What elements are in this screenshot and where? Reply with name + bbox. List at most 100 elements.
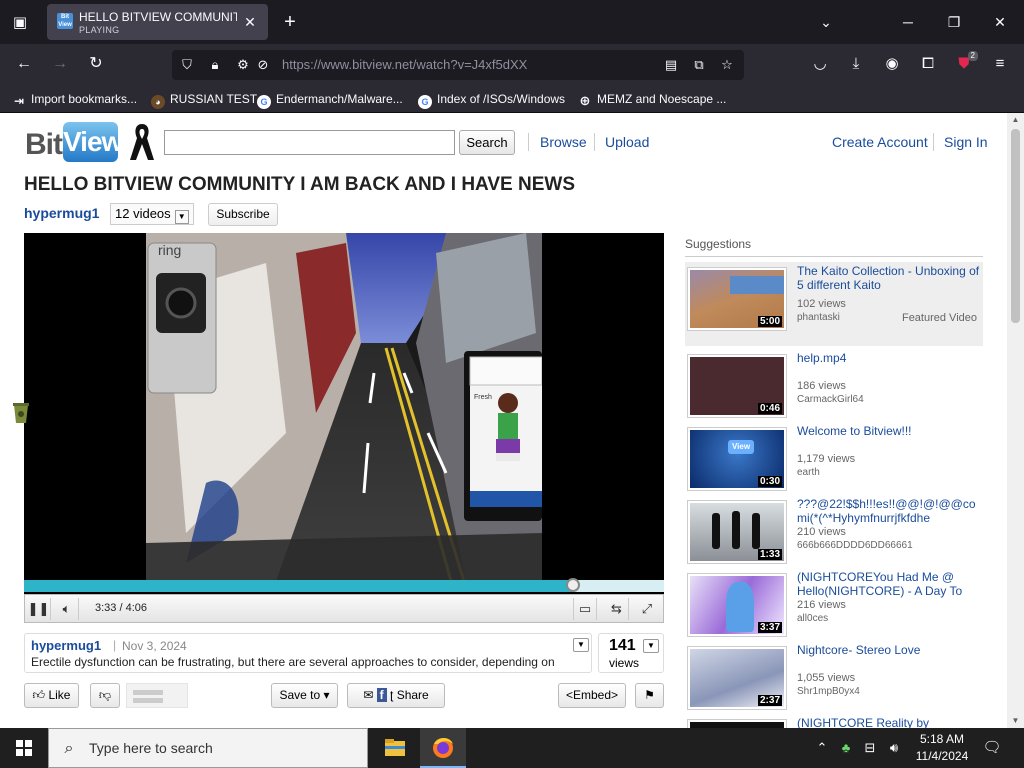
bookmark-isos[interactable]: G Index of /ISOs/Windows xyxy=(418,90,566,109)
bookmark-russian-test[interactable]: ◕ RUSSIAN TEST xyxy=(151,90,257,109)
reader-view-icon[interactable]: ▤ xyxy=(662,56,680,74)
like-button[interactable]: 👍︎ Like xyxy=(24,683,79,708)
minimize-icon[interactable]: ─ xyxy=(896,10,920,34)
taskbar-search-box[interactable]: ⌕ Type here to search xyxy=(48,728,368,768)
suggestion-title[interactable]: Welcome to Bitview!!! xyxy=(797,424,983,438)
page-scrollbar[interactable]: ▲ ▼ xyxy=(1007,113,1024,728)
autoplay-blocked-icon[interactable]: ⊘ xyxy=(254,56,272,74)
url-text[interactable]: https://www.bitview.net/watch?v=J4xf5dXX xyxy=(282,57,527,72)
tab-close-icon[interactable]: ✕ xyxy=(240,12,260,32)
video-progress-handle[interactable] xyxy=(566,578,581,592)
menu-icon[interactable]: ≡ xyxy=(988,52,1012,76)
notifications-icon[interactable]: 🗨︎ xyxy=(980,736,1004,760)
popout-icon[interactable]: ▭ xyxy=(573,598,597,620)
suggestion-title[interactable]: (NIGHTCORE Reality by xyxy=(797,716,983,728)
tray-app-icon[interactable]: ♣ xyxy=(836,738,856,758)
bookmark-star-icon[interactable]: ☆ xyxy=(718,56,736,74)
suggestion-item[interactable]: 0:46 help.mp4 186 views CarmackGirl64 xyxy=(685,349,983,419)
share-button[interactable]: ✉ f ʈ Share xyxy=(347,683,445,708)
show-hidden-icons-icon[interactable]: ⌃ xyxy=(812,738,832,758)
suggestion-item[interactable]: 2:37 Nightcore- Stereo Love 1,055 views … xyxy=(685,641,983,711)
flag-button[interactable]: ⚑ xyxy=(635,683,664,708)
extensions-icon[interactable]: ⧠ xyxy=(916,52,940,76)
site-search-button[interactable]: Search xyxy=(459,130,515,155)
pause-icon[interactable]: ❚❚ xyxy=(27,598,51,620)
bookmark-label: Index of /ISOs/Windows xyxy=(437,92,566,106)
restore-icon[interactable]: ❐ xyxy=(942,10,966,34)
browser-tab-active[interactable]: Bit View HELLO BITVIEW COMMUNITY I AM BA… xyxy=(47,4,268,40)
windows-start-icon[interactable] xyxy=(0,728,48,768)
suggestion-user[interactable]: CarmackGirl64 xyxy=(797,394,864,405)
create-account-link[interactable]: Create Account xyxy=(832,134,928,150)
volume-tray-icon[interactable]: 🔊︎ xyxy=(884,738,904,758)
taskbar-clock[interactable]: 5:18 AM 11/4/2024 xyxy=(910,731,974,765)
suggestion-user[interactable]: phantaski xyxy=(797,312,840,323)
suggestion-user[interactable]: Shr1mpB0yx4 xyxy=(797,686,860,697)
sign-in-link[interactable]: Sign In xyxy=(944,134,988,150)
permissions-icon[interactable]: ⚙ xyxy=(234,56,252,74)
suggestion-user[interactable]: 666b666DDDD6DD66661 xyxy=(797,540,913,551)
suggestion-title[interactable]: Nightcore- Stereo Love xyxy=(797,643,983,657)
video-progress-bar[interactable] xyxy=(24,578,664,592)
suggestion-title[interactable]: ???@22!$$h!!!es!!@@!@!@@comi(*(^*Hyhymfn… xyxy=(797,497,983,525)
suggestion-thumbnail[interactable]: View 0:30 xyxy=(688,428,786,490)
dislike-button[interactable]: 👎︎ xyxy=(90,683,120,708)
suggestion-thumbnail[interactable]: 3:37 xyxy=(688,574,786,636)
pocket-icon[interactable]: ◡ xyxy=(808,52,832,76)
video-player[interactable]: ring Fresh xyxy=(24,233,664,623)
save-to-button[interactable]: Save to ▾ xyxy=(271,683,338,708)
forward-icon[interactable]: → xyxy=(48,52,72,76)
suggestion-user[interactable]: earth xyxy=(797,467,820,478)
info-uploader-link[interactable]: hypermug1 xyxy=(31,638,101,653)
shield-icon[interactable]: ⛉ xyxy=(178,56,196,74)
embed-button[interactable]: <Embed> xyxy=(558,683,626,708)
fullscreen-icon[interactable]: ⤢ xyxy=(635,598,659,620)
address-bar[interactable]: ⛉ 🔒︎ ⚙ ⊘ https://www.bitview.net/watch?v… xyxy=(172,50,744,80)
reload-icon[interactable]: ↻ xyxy=(84,52,108,76)
suggestion-item[interactable]: (NIGHTCORE Reality by xyxy=(685,714,983,728)
video-count-dropdown[interactable]: 12 videos ▼ xyxy=(110,203,194,225)
account-icon[interactable]: ◉ xyxy=(880,52,904,76)
expand-description-icon[interactable]: ▼ xyxy=(573,638,589,652)
suggestion-title[interactable]: (NIGHTCOREYou Had Me @ Hello(NIGHTCORE) … xyxy=(797,570,983,598)
tab-list-icon[interactable]: ▣ xyxy=(8,11,32,35)
suggestion-item[interactable]: View 0:30 Welcome to Bitview!!! 1,179 vi… xyxy=(685,422,983,492)
expand-stats-icon[interactable]: ▼ xyxy=(643,639,659,653)
bookmark-endermanch[interactable]: G Endermanch/Malware... xyxy=(257,90,403,109)
suggestion-title[interactable]: help.mp4 xyxy=(797,351,983,365)
suggestion-thumbnail[interactable] xyxy=(688,720,786,728)
browse-link[interactable]: Browse xyxy=(540,134,587,150)
subscribe-button[interactable]: Subscribe xyxy=(208,203,278,226)
suggestion-thumbnail[interactable]: 2:37 xyxy=(688,647,786,709)
bookmark-memz[interactable]: ⊕ MEMZ and Noescape ... xyxy=(578,90,727,108)
scrollbar-thumb[interactable] xyxy=(1011,129,1020,323)
ublock-icon[interactable]: ⛊ 2 xyxy=(952,51,978,76)
suggestion-title[interactable]: The Kaito Collection - Unboxing of 5 dif… xyxy=(797,264,983,292)
uploader-link[interactable]: hypermug1 xyxy=(24,205,99,221)
back-icon[interactable]: ← xyxy=(12,52,36,76)
bookmark-import[interactable]: ⇥ Import bookmarks... xyxy=(12,90,137,108)
suggestion-item[interactable]: 1:33 ???@22!$$h!!!es!!@@!@!@@comi(*(^*Hy… xyxy=(685,495,983,565)
suggestion-thumbnail[interactable]: 0:46 xyxy=(688,355,786,417)
upload-link[interactable]: Upload xyxy=(605,134,649,150)
file-explorer-icon[interactable] xyxy=(372,728,418,768)
loop-icon[interactable]: ⇆ xyxy=(605,598,629,620)
desktop-recycle-bin-icon[interactable] xyxy=(10,395,32,425)
suggestion-item[interactable]: 5:00 The Kaito Collection - Unboxing of … xyxy=(685,262,983,346)
network-icon[interactable]: ⊟ xyxy=(860,738,880,758)
list-all-tabs-icon[interactable]: ⌄ xyxy=(814,10,838,34)
lock-icon[interactable]: 🔒︎ xyxy=(206,56,224,74)
close-window-icon[interactable]: ✕ xyxy=(988,10,1012,34)
downloads-icon[interactable]: ⤓ xyxy=(844,52,868,76)
suggestion-item[interactable]: 3:37 (NIGHTCOREYou Had Me @ Hello(NIGHTC… xyxy=(685,568,983,638)
new-tab-button[interactable]: + xyxy=(279,10,301,34)
picture-in-picture-icon[interactable]: ⧉ xyxy=(690,56,708,74)
volume-icon[interactable]: 🔈︎ xyxy=(55,598,79,620)
suggestion-thumbnail[interactable]: 1:33 xyxy=(688,501,786,563)
scroll-down-icon[interactable]: ▼ xyxy=(1007,714,1024,728)
site-search-input[interactable] xyxy=(164,130,455,155)
suggestion-thumbnail[interactable]: 5:00 xyxy=(688,268,786,330)
scroll-up-icon[interactable]: ▲ xyxy=(1007,113,1024,127)
suggestion-user[interactable]: all0ces xyxy=(797,613,828,624)
firefox-taskbar-button[interactable] xyxy=(420,728,466,768)
